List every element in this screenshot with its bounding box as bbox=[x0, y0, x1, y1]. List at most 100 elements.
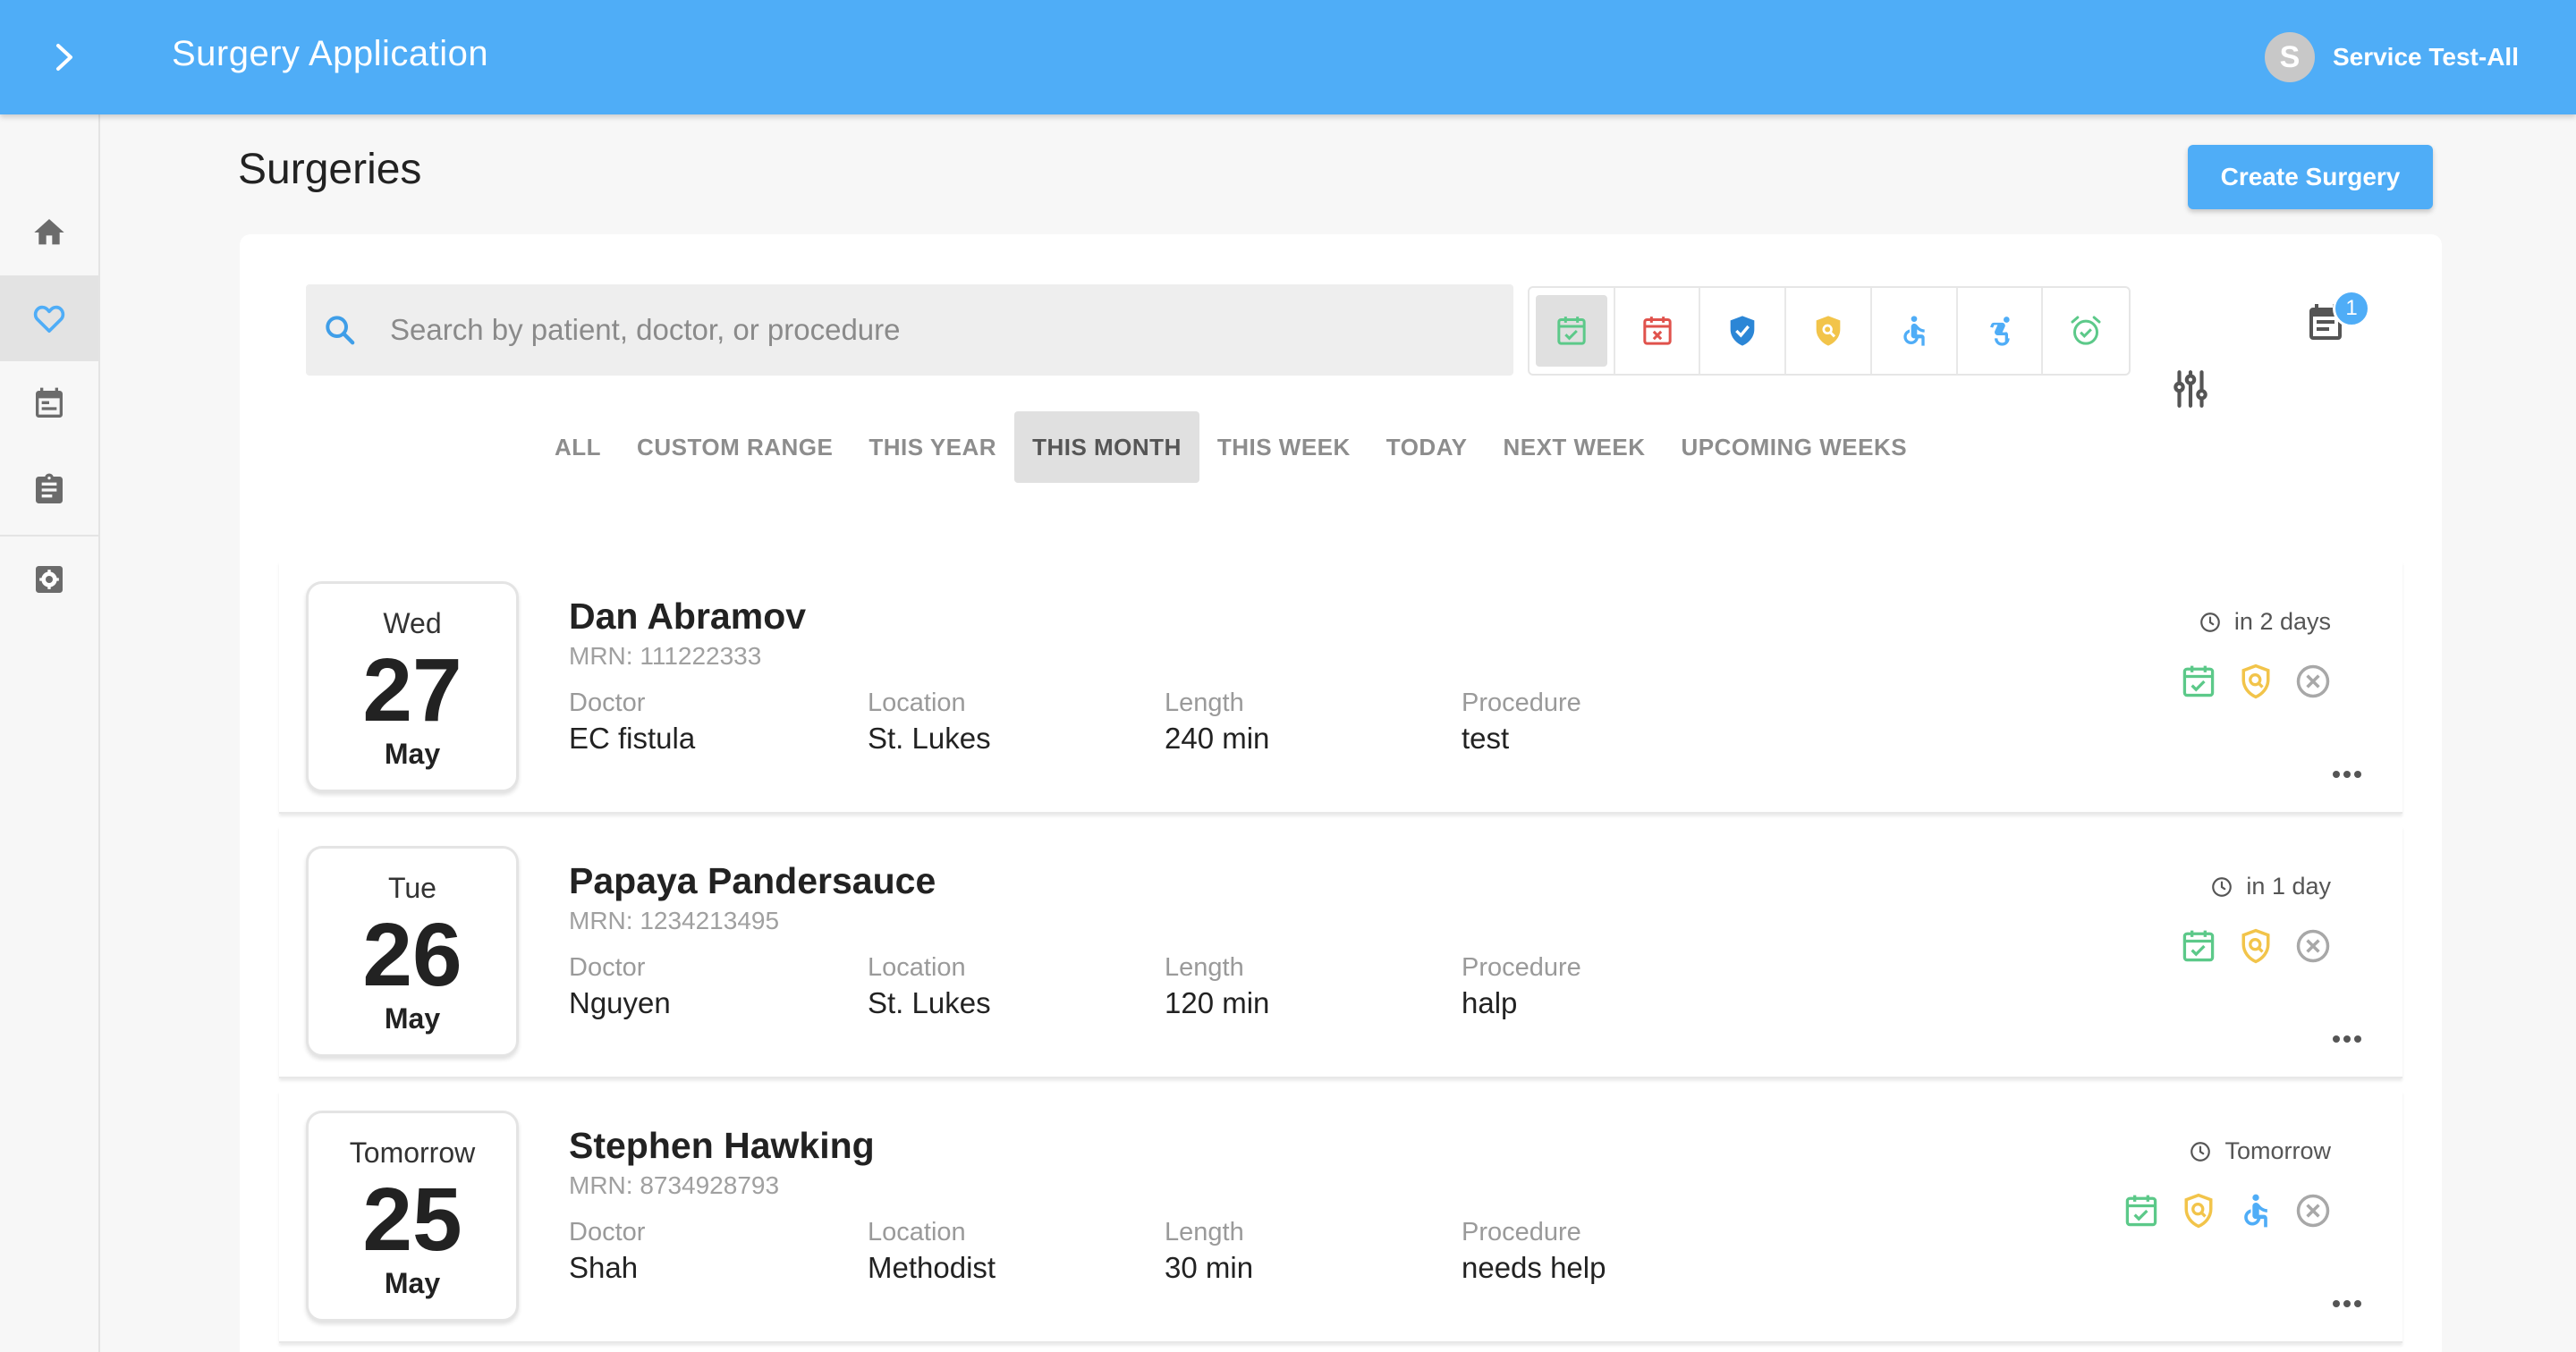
location-label: Location bbox=[868, 1218, 966, 1246]
procedure-value: needs help bbox=[1462, 1251, 1606, 1284]
length-label: Length bbox=[1165, 689, 1244, 717]
doctor-label: Doctor bbox=[569, 953, 646, 982]
tab-this-week[interactable]: THIS WEEK bbox=[1199, 411, 1368, 483]
search-bar bbox=[306, 284, 1513, 376]
procedure-field: Procedure test bbox=[1462, 689, 1581, 756]
doctor-field: Doctor Shah bbox=[569, 1218, 645, 1285]
location-label: Location bbox=[868, 953, 966, 982]
filter-settings-button[interactable] bbox=[2168, 367, 2213, 411]
status-icons bbox=[2122, 1191, 2333, 1235]
clock-icon bbox=[2190, 1141, 2211, 1162]
avatar: S bbox=[2264, 32, 2315, 82]
location-value: Methodist bbox=[868, 1251, 996, 1284]
notification-badge: 1 bbox=[2333, 290, 2370, 327]
filter-scheduled[interactable] bbox=[1530, 288, 1615, 374]
mrn: MRN: 1234213495 bbox=[569, 907, 780, 934]
tune-icon bbox=[2174, 370, 2207, 408]
doctor-value: EC fistula bbox=[569, 722, 696, 755]
filter-cancelled[interactable] bbox=[1615, 288, 1701, 374]
day-number: 26 bbox=[362, 905, 462, 1005]
calendar-check-icon bbox=[2179, 926, 2218, 970]
home-icon bbox=[34, 219, 64, 245]
length-field: Length 120 min bbox=[1165, 953, 1269, 1020]
filter-reminder[interactable] bbox=[2043, 288, 2129, 374]
date-box: Tue 26 May bbox=[306, 846, 519, 1057]
search-icon bbox=[326, 316, 355, 345]
shield-search-icon bbox=[2236, 662, 2275, 706]
calendar-check-icon bbox=[1557, 317, 1586, 345]
date-box: Wed 27 May bbox=[306, 581, 519, 792]
clipboard-icon bbox=[36, 473, 63, 503]
surgery-card[interactable]: Tue 26 May Papaya Pandersauce MRN: 12342… bbox=[279, 826, 2402, 1078]
doctor-label: Doctor bbox=[569, 1218, 646, 1246]
surgery-card[interactable]: Wed 27 May Dan Abramov MRN: 111222333 Do… bbox=[279, 562, 2402, 814]
expand-menu-button[interactable] bbox=[47, 30, 82, 84]
user-name: Service Test-All bbox=[2332, 43, 2519, 71]
day-of-week: Wed bbox=[383, 607, 442, 639]
filter-pending-review[interactable] bbox=[1786, 288, 1872, 374]
app-bar: Surgery Application S Service Test-All bbox=[0, 0, 2576, 114]
location-label: Location bbox=[868, 689, 966, 717]
sidebar-item-settings[interactable] bbox=[0, 537, 98, 622]
patient-name: Stephen Hawking bbox=[569, 1125, 875, 1166]
chevron-right-icon bbox=[56, 44, 72, 71]
time-until: Tomorrow bbox=[2189, 1137, 2331, 1165]
accessible-icon bbox=[1903, 316, 1925, 346]
sidebar-item-home[interactable] bbox=[0, 190, 98, 275]
tab-this-month[interactable]: THIS MONTH bbox=[1014, 411, 1199, 483]
date-box: Tomorrow 25 May bbox=[306, 1111, 519, 1322]
tab-today[interactable]: TODAY bbox=[1368, 411, 1486, 483]
app-title: Surgery Application bbox=[172, 34, 489, 73]
time-until: in 2 days bbox=[2199, 608, 2331, 636]
length-value: 30 min bbox=[1165, 1251, 1254, 1284]
filter-accessible[interactable] bbox=[1872, 288, 1958, 374]
location-value: St. Lukes bbox=[868, 722, 991, 755]
doctor-value: Nguyen bbox=[569, 986, 671, 1019]
sidebar-item-calendar[interactable] bbox=[0, 361, 98, 447]
location-value: St. Lukes bbox=[868, 986, 991, 1019]
tab-this-year[interactable]: THIS YEAR bbox=[851, 411, 1014, 483]
time-until-text: in 1 day bbox=[2246, 873, 2331, 900]
mrn: MRN: 111222333 bbox=[569, 642, 762, 670]
more-horizontal-icon bbox=[2333, 771, 2361, 778]
shield-search-icon bbox=[2236, 926, 2275, 970]
more-options-button[interactable] bbox=[2326, 1030, 2368, 1048]
calendar-x-icon bbox=[1642, 317, 1672, 345]
user-menu[interactable]: S Service Test-All bbox=[2264, 30, 2519, 84]
length-value: 240 min bbox=[1165, 722, 1270, 755]
day-number: 25 bbox=[362, 1170, 462, 1270]
patient-name: Dan Abramov bbox=[569, 596, 807, 637]
shield-search-icon bbox=[1816, 316, 1841, 346]
surgery-card[interactable]: Tomorrow 25 May Stephen Hawking MRN: 873… bbox=[279, 1091, 2402, 1343]
more-options-button[interactable] bbox=[2326, 765, 2368, 783]
day-of-week: Tue bbox=[388, 872, 436, 904]
shield-search-icon bbox=[2179, 1191, 2218, 1235]
cancel-icon bbox=[2293, 926, 2333, 970]
more-horizontal-icon bbox=[2333, 1035, 2361, 1043]
sidebar-item-tasks[interactable] bbox=[0, 447, 98, 533]
sidebar-item-surgeries[interactable] bbox=[0, 275, 98, 361]
length-label: Length bbox=[1165, 953, 1244, 982]
tab-next-week[interactable]: NEXT WEEK bbox=[1485, 411, 1663, 483]
alarm-check-icon bbox=[2071, 316, 2101, 345]
month: May bbox=[384, 1002, 441, 1035]
procedure-label: Procedure bbox=[1462, 689, 1581, 717]
status-icons bbox=[2179, 926, 2333, 970]
filter-verified[interactable] bbox=[1700, 288, 1787, 374]
length-field: Length 30 min bbox=[1165, 1218, 1253, 1285]
create-surgery-button[interactable]: Create Surgery bbox=[2188, 145, 2433, 209]
tab-all[interactable]: ALL bbox=[537, 411, 619, 483]
accessible-icon bbox=[2236, 1191, 2275, 1235]
time-until-text: Tomorrow bbox=[2224, 1137, 2331, 1164]
tab-upcoming-weeks[interactable]: UPCOMING WEEKS bbox=[1664, 411, 1926, 483]
search-input[interactable] bbox=[390, 306, 1481, 354]
procedure-label: Procedure bbox=[1462, 1218, 1581, 1246]
procedure-field: Procedure halp bbox=[1462, 953, 1581, 1020]
filter-accessible-forward[interactable] bbox=[1958, 288, 2044, 374]
tab-custom-range[interactable]: CUSTOM RANGE bbox=[619, 411, 851, 483]
more-options-button[interactable] bbox=[2326, 1295, 2368, 1313]
date-range-tabs: ALL CUSTOM RANGE THIS YEAR THIS MONTH TH… bbox=[537, 411, 1925, 483]
doctor-value: Shah bbox=[569, 1251, 639, 1284]
patient-name: Papaya Pandersauce bbox=[569, 860, 936, 901]
mrn: MRN: 8734928793 bbox=[569, 1171, 780, 1199]
